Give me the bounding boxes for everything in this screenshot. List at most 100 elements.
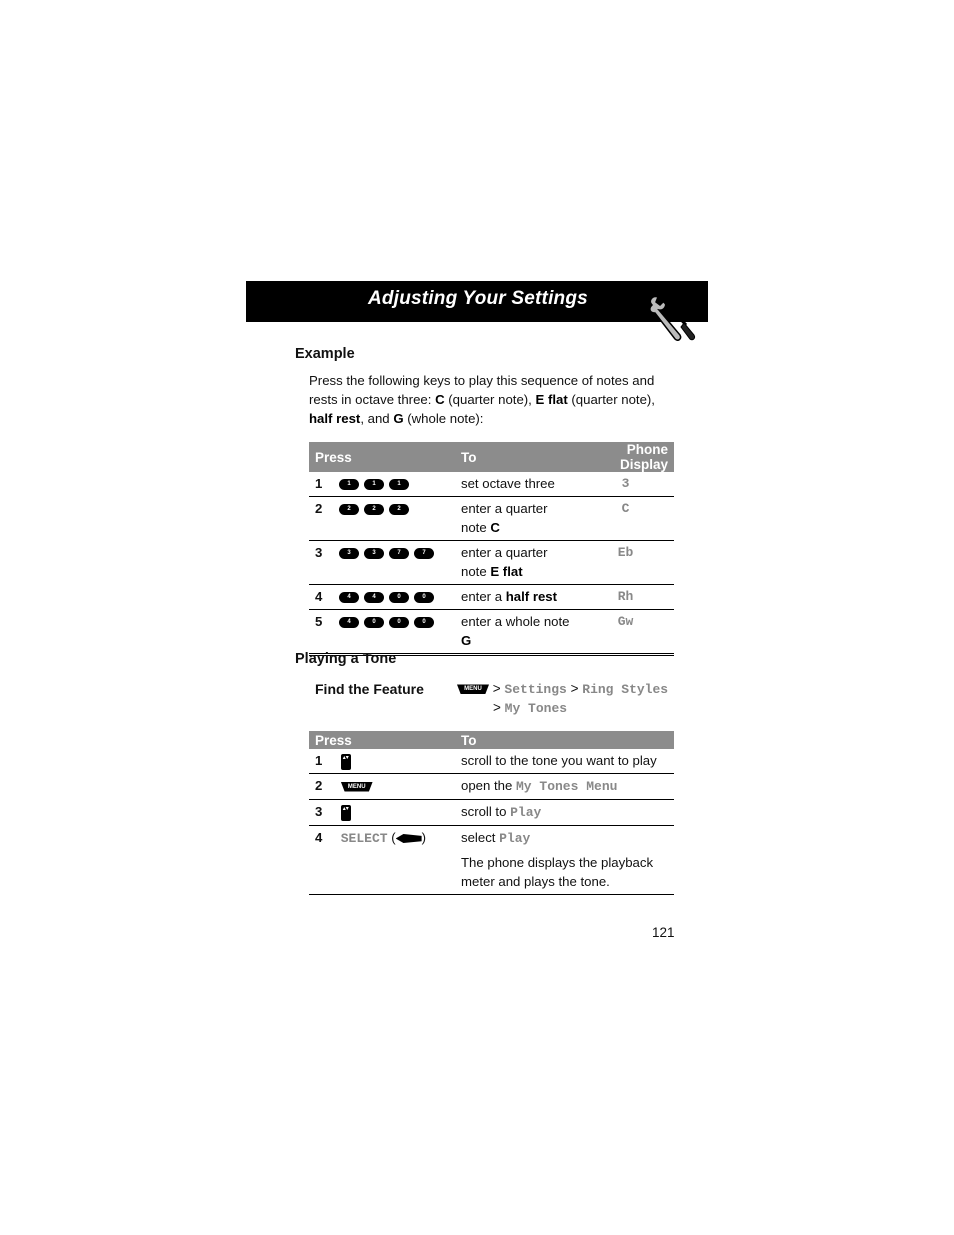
text: enter a quarter note: [461, 501, 548, 535]
step-number: 2: [309, 496, 333, 541]
action-cell: enter a quarter note C: [455, 496, 577, 541]
text: (whole note):: [403, 411, 484, 426]
text: (quarter note),: [444, 392, 536, 407]
keypad-2-icon: 2: [339, 504, 359, 516]
action-cell: enter a half rest: [455, 584, 577, 610]
keypad-7-icon: 7: [414, 548, 434, 560]
keypad-0-icon: 0: [389, 592, 409, 604]
paren: (: [387, 830, 396, 845]
keypad-3-icon: 3: [364, 548, 384, 560]
keypad-7-icon: 7: [389, 548, 409, 560]
keypad-3-icon: 3: [339, 548, 359, 560]
keys-cell: 3377: [333, 540, 455, 585]
emphasis-text: C: [435, 392, 445, 407]
nav-scroll-key-icon: ▴▾: [340, 753, 351, 770]
wrench-screwdriver-icon: [649, 295, 695, 341]
table-row: 1 ▴▾ scroll to the tone you want to play: [309, 749, 674, 774]
text: open the: [461, 778, 516, 793]
emphasis-text: G: [461, 633, 472, 648]
display-term: Play: [499, 831, 531, 846]
header-press: Press: [309, 442, 455, 472]
text: , and: [360, 411, 394, 426]
emphasis-text: E flat: [535, 392, 568, 407]
step-number: 3: [309, 799, 335, 826]
action-cell: scroll to Play: [455, 799, 674, 826]
step-number: 1: [309, 472, 333, 497]
step-number: 1: [309, 749, 335, 774]
emphasis-text: C: [490, 520, 500, 535]
phone-display: C: [577, 496, 674, 541]
path-settings: Settings: [504, 682, 567, 697]
header-phone-display: Phone Display: [577, 442, 674, 472]
path-my-tones: My Tones: [504, 701, 568, 716]
select-label: SELECT: [340, 831, 388, 846]
emphasis-text: half rest: [505, 589, 558, 604]
keypad-1-icon: 1: [364, 479, 384, 491]
table-row: 3 3 3 7 7 enter a quarter note E flat Eb: [309, 540, 674, 585]
keypad-0-icon: 0: [414, 592, 434, 604]
path-ring-styles: Ring Styles: [582, 682, 669, 697]
key-cell: ▴▾: [334, 799, 455, 826]
table-row: 2 2 2 2 enter a quarter note CC: [309, 496, 674, 541]
keys-cell: 4000: [333, 609, 455, 656]
step-number: 4: [309, 584, 333, 610]
table-row: 5 4 0 0 0 enter a whole note G Gw: [309, 609, 674, 656]
keypad-1-icon: 1: [339, 479, 359, 491]
step-number: 5: [309, 609, 333, 656]
emphasis-text: G: [393, 411, 404, 426]
playing-table: Press To 1 ▴▾ scroll to the tone you want …: [309, 731, 674, 895]
phone-display: Eb: [577, 540, 674, 585]
emphasis-text: half rest: [309, 411, 361, 426]
example-table: Press To Phone Display 1 1 1 1 set octave th…: [309, 442, 674, 656]
table-row: 2 MENU open the My Tones Menu: [309, 773, 674, 800]
keypad-0-icon: 0: [414, 617, 434, 629]
playing-heading: Playing a Tone: [295, 651, 397, 667]
action-cell: enter a quarter note E flat: [455, 540, 577, 585]
keys-cell: 222: [333, 496, 455, 541]
table-row: 4 4 4 0 0 enter a half rest Rh: [309, 584, 674, 610]
keypad-4-icon: 4: [339, 617, 359, 629]
step-number: 2: [309, 773, 335, 800]
action-cell: open the My Tones Menu: [455, 773, 674, 800]
text: enter a: [461, 589, 506, 604]
text: enter a whole note: [461, 614, 570, 629]
step-number: 3: [309, 540, 333, 585]
keypad-0-icon: 0: [364, 617, 384, 629]
right-soft-key-icon: [395, 834, 422, 844]
key-cell: ▴▾: [334, 749, 455, 774]
action-cell: set octave three: [455, 472, 577, 497]
example-heading: Example: [295, 346, 355, 362]
phone-display: 3: [577, 472, 674, 497]
menu-key-icon: MENU: [340, 781, 373, 792]
keypad-4-icon: 4: [364, 592, 384, 604]
page-number: 121: [652, 925, 675, 940]
text: (quarter note),: [567, 392, 655, 407]
key-cell: SELECT (): [334, 825, 455, 895]
display-term: Play: [510, 805, 542, 820]
emphasis-text: E flat: [490, 564, 523, 579]
action-cell: scroll to the tone you want to play: [455, 749, 674, 774]
phone-display: Rh: [577, 584, 674, 610]
keys-cell: 111: [333, 472, 455, 497]
table-row: 4 SELECT () select Play The phone displays …: [309, 825, 674, 895]
menu-key-icon: MENU: [457, 684, 489, 695]
header-to: To: [455, 731, 674, 749]
text: select: [461, 830, 500, 845]
keypad-2-icon: 2: [364, 504, 384, 516]
keypad-1-icon: 1: [389, 479, 409, 491]
header-to: To: [455, 442, 577, 472]
keypad-0-icon: 0: [389, 617, 409, 629]
header-press: Press: [309, 731, 455, 749]
page-header: Adjusting Your Settings: [246, 281, 708, 341]
step-number: 4: [309, 825, 335, 895]
text: scroll to the tone you want to play: [461, 753, 657, 768]
feature-path: MENU > Settings > Ring Styles > My Tones: [457, 680, 668, 718]
keys-cell: 4400: [333, 584, 455, 610]
table-row: 1 1 1 1 set octave three 3: [309, 472, 674, 497]
action-cell: enter a whole note G: [455, 609, 577, 656]
action-cell: select Play The phone displays the playba…: [455, 825, 674, 895]
key-cell: MENU: [334, 773, 455, 800]
text: set octave three: [461, 476, 555, 491]
keypad-2-icon: 2: [389, 504, 409, 516]
phone-display: Gw: [577, 609, 674, 656]
